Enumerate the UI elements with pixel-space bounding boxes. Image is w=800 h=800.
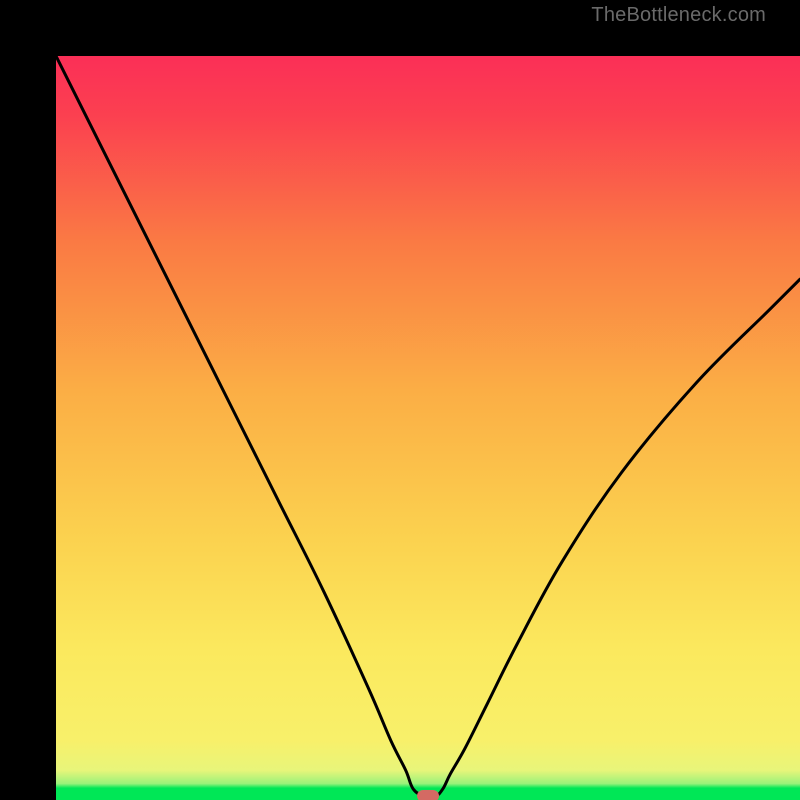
bottleneck-curve <box>56 56 800 800</box>
optimum-marker <box>417 790 439 800</box>
watermark-text: TheBottleneck.com <box>591 4 766 27</box>
plot-area <box>56 56 800 800</box>
chart-frame <box>0 0 800 800</box>
